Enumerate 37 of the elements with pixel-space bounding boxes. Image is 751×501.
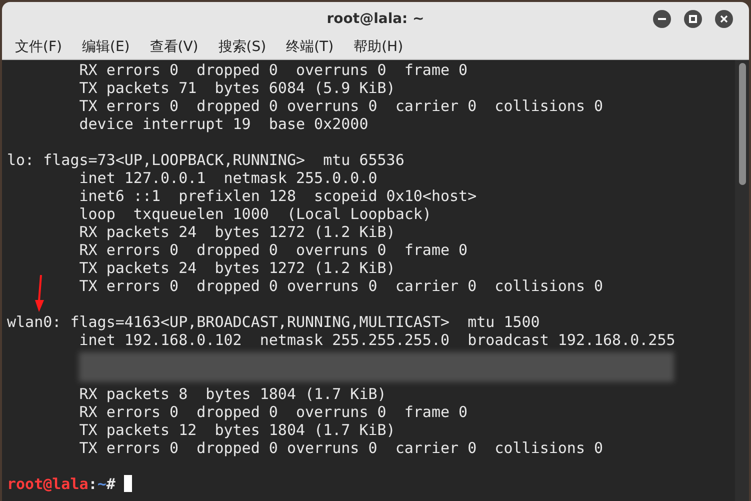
menu-item[interactable]: 编辑(E) — [82, 37, 130, 58]
terminal-line: inet 192.168.0.102 netmask 255.255.255.0 broadcast 192.168.0.255 — [78, 331, 676, 349]
terminal-line: TX packets 24 bytes 1272 (1.2 KiB) — [78, 259, 396, 277]
prompt-path: ~ — [97, 475, 106, 493]
prompt-separator: : — [88, 475, 98, 493]
close-icon — [720, 15, 728, 23]
window-title: root@lala: ~ — [326, 10, 424, 28]
terminal-line: RX packets 24 bytes 1272 (1.2 KiB) — [78, 223, 396, 241]
terminal-line: TX errors 0 dropped 0 overruns 0 carrier 0 collisions 0 — [78, 277, 604, 295]
terminal-line: lo: flags=73<UP,LOOPBACK,RUNNING> mtu 65536 — [7, 151, 404, 169]
arrow-icon — [35, 275, 45, 312]
terminal-line: device interrupt 19 base 0x2000 — [78, 115, 368, 133]
terminal-line: RX errors 0 dropped 0 overruns 0 frame 0 — [78, 241, 468, 259]
menu-item[interactable]: 文件(F) — [15, 37, 62, 58]
scrollbar[interactable] — [735, 60, 749, 501]
terminal-line: inet6 ::1 prefixlen 128 scopeid 0x10<host> — [78, 187, 477, 205]
terminal-line: TX errors 0 dropped 0 overruns 0 carrier 0 collisions 0 — [78, 439, 604, 457]
terminal-line: TX packets 71 bytes 6084 (5.9 KiB) — [78, 79, 396, 97]
terminal-line: TX errors 0 dropped 0 overruns 0 carrier 0 collisions 0 — [78, 97, 604, 115]
terminal-line: inet 127.0.0.1 netmask 255.0.0.0 — [78, 169, 378, 187]
terminal-line: RX packets 8 bytes 1804 (1.7 KiB) — [78, 385, 386, 403]
prompt-symbol: # — [106, 475, 116, 493]
terminal-line: TX packets 12 bytes 1804 (1.7 KiB) — [78, 421, 396, 439]
terminal-line: RX errors 0 dropped 0 overruns 0 frame 0 — [78, 61, 468, 79]
menu-item[interactable]: 帮助(H) — [354, 37, 404, 58]
menu-item[interactable]: 终端(T) — [286, 37, 334, 58]
menu-item[interactable]: 查看(V) — [150, 37, 198, 58]
menu-item[interactable]: 搜索(S) — [218, 37, 266, 58]
terminal-line: wlan0: flags=4163<UP,BROADCAST,RUNNING,MULTICAST> mtu 1500 — [7, 313, 540, 331]
close-button[interactable] — [715, 10, 733, 28]
prompt-user: root@lala — [7, 475, 88, 493]
scrollbar-thumb[interactable] — [738, 63, 746, 185]
cursor — [124, 475, 132, 492]
terminal-line: loop txqueuelen 1000 (Local Loopback) — [78, 205, 432, 223]
maximize-button[interactable] — [684, 10, 702, 28]
minimize-button[interactable] — [653, 10, 671, 28]
terminal-line: RX errors 0 dropped 0 overruns 0 frame 0 — [78, 403, 468, 421]
